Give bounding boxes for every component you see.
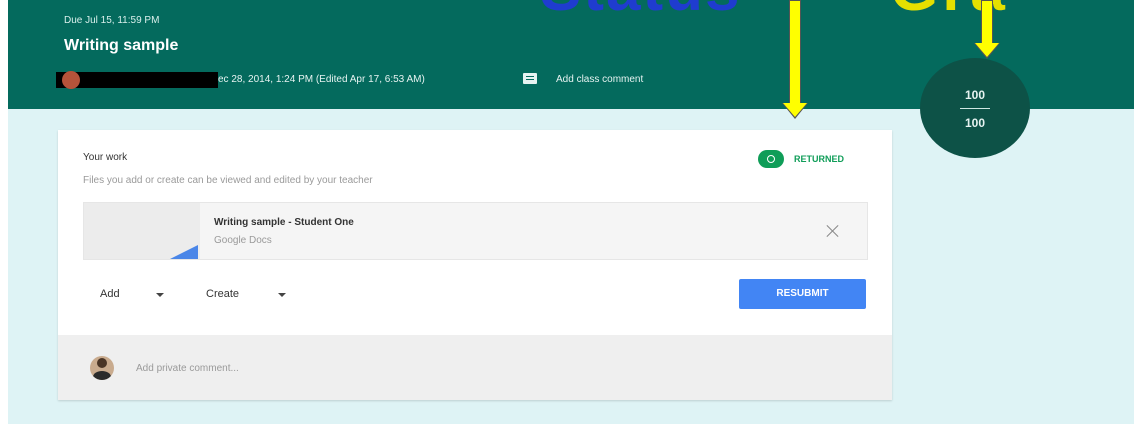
add-class-comment-link[interactable]: Add class comment <box>556 74 643 85</box>
attachment-thumbnail[interactable] <box>84 203 200 259</box>
grade-divider <box>960 108 990 109</box>
returned-eye-icon <box>758 150 784 168</box>
chevron-down-icon[interactable] <box>156 293 164 297</box>
grade-total: 100 <box>964 116 986 130</box>
attachment-type: Google Docs <box>214 235 272 246</box>
author-row: ec 28, 2014, 1:24 PM (Edited Apr 17, 6:5… <box>56 70 696 90</box>
create-label[interactable]: Create <box>206 288 239 300</box>
your-work-subtext: Files you add or create can be viewed an… <box>83 175 373 186</box>
comment-icon[interactable] <box>523 73 537 84</box>
avatar <box>90 356 114 380</box>
redacted-author-name <box>56 72 218 88</box>
author-avatar <box>62 71 80 89</box>
grade-badge: 100 100 <box>920 58 1030 158</box>
posted-date: ec 28, 2014, 1:24 PM (Edited Apr 17, 6:5… <box>218 74 425 85</box>
private-comment-input[interactable]: Add private comment... <box>136 363 239 374</box>
add-label[interactable]: Add <box>100 288 120 300</box>
grade-score: 100 <box>964 88 986 102</box>
resubmit-button[interactable]: RESUBMIT <box>739 279 866 309</box>
assignment-title: Writing sample <box>64 37 179 54</box>
private-comment-bar: Add private comment... <box>58 335 892 400</box>
classroom-assignment-view: Due Jul 15, 11:59 PM Writing sample ec 2… <box>0 0 1134 434</box>
attachment-title[interactable]: Writing sample - Student One <box>214 217 354 228</box>
attachment-item[interactable]: Writing sample - Student One Google Docs <box>83 202 868 260</box>
chevron-down-icon[interactable] <box>278 293 286 297</box>
your-work-card: Your work Files you add or create can be… <box>58 130 892 400</box>
status-label: RETURNED <box>794 154 845 164</box>
due-date: Due Jul 15, 11:59 PM <box>64 15 160 26</box>
your-work-heading: Your work <box>83 152 128 163</box>
close-icon[interactable] <box>824 222 842 240</box>
annotation-status-text: Status <box>540 0 741 25</box>
docs-corner-icon <box>170 245 198 259</box>
